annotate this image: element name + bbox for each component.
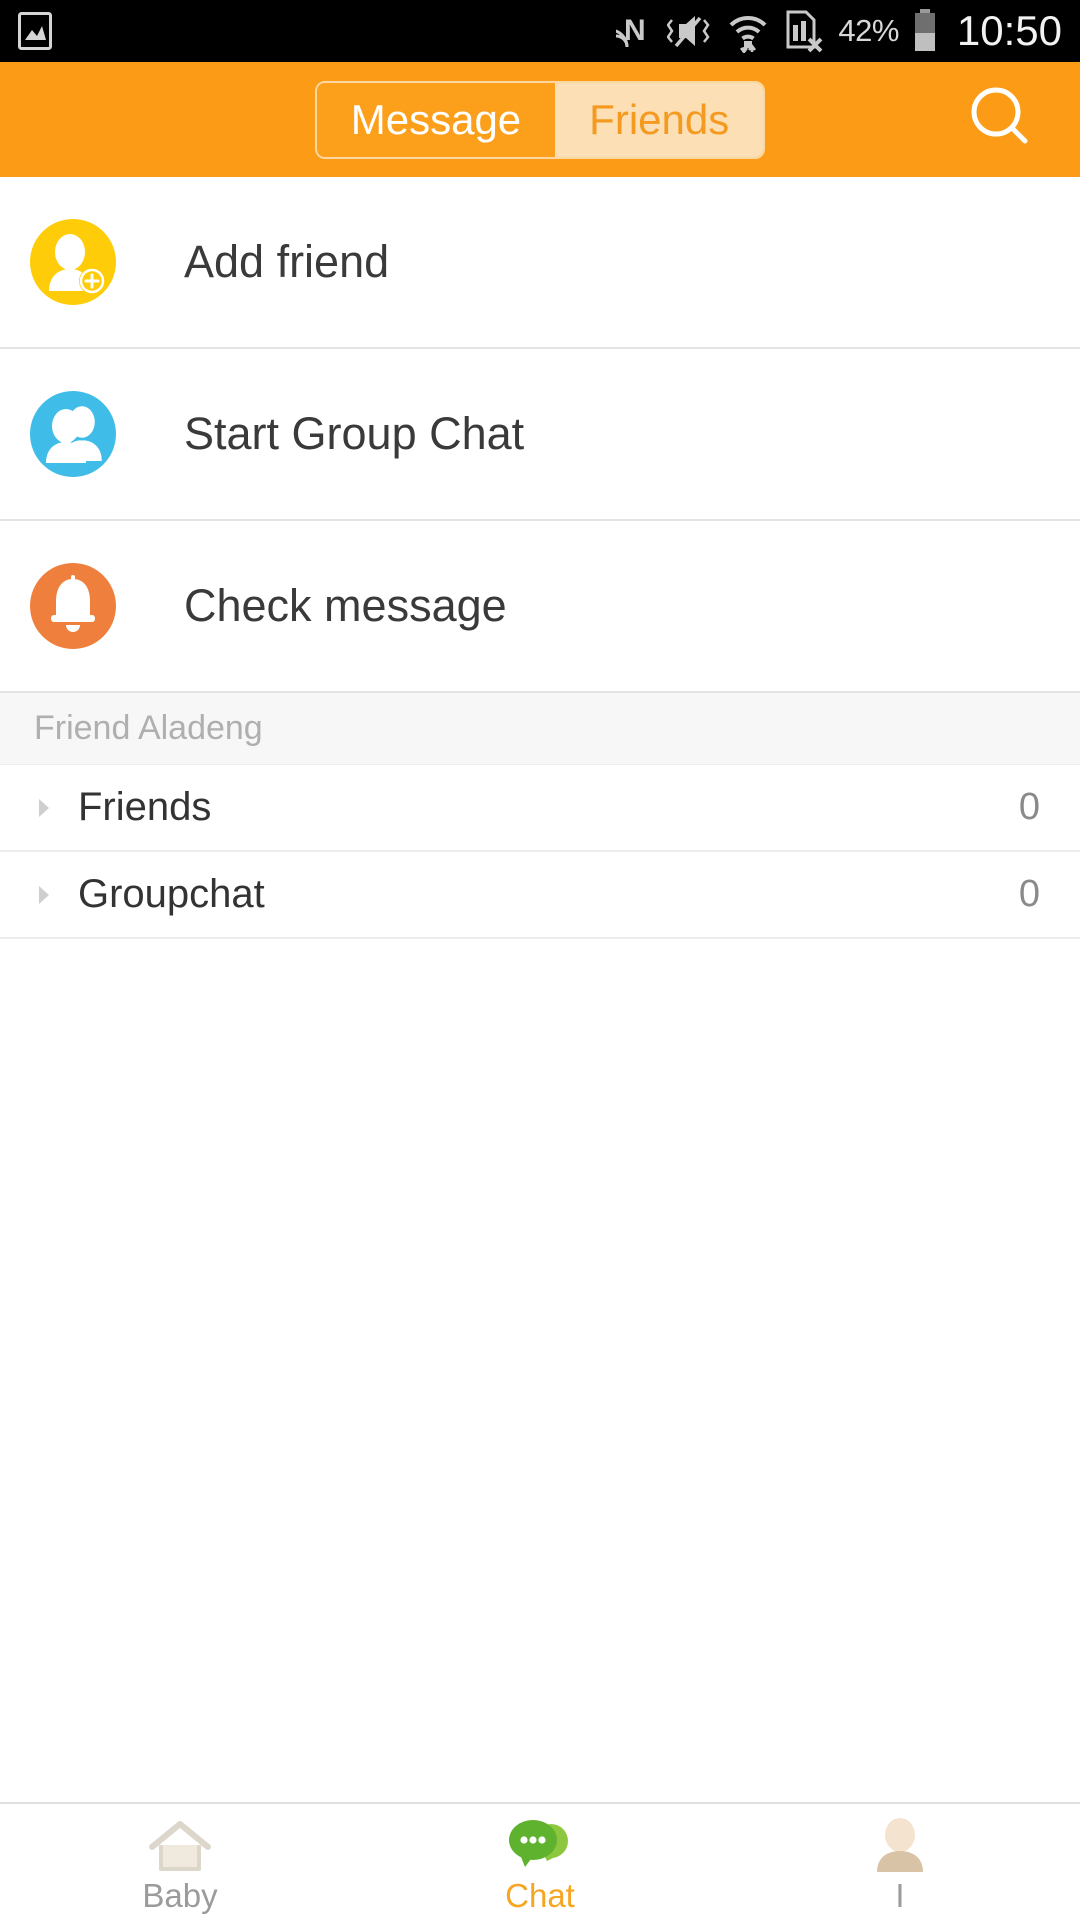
nav-label-chat: Chat [505, 1876, 575, 1914]
tab-friends[interactable]: Friends [555, 82, 764, 157]
group-count-groupchat: 0 [1018, 873, 1040, 915]
status-bar: N 42% 10:50 [0, 0, 1080, 62]
app-header: Message Friends [0, 62, 1080, 177]
battery-icon [912, 9, 938, 53]
section-header-label: Friend Aladeng [34, 709, 263, 747]
tab-friends-label: Friends [589, 95, 730, 143]
group-chat-icon [30, 391, 116, 477]
caret-right-icon [30, 795, 60, 821]
action-row-add-friend[interactable]: Add friend [0, 177, 1080, 349]
tab-message[interactable]: Message [316, 82, 556, 157]
tab-message-label: Message [350, 95, 522, 143]
action-label-add-friend: Add friend [184, 236, 390, 287]
nav-label-baby: Baby [142, 1876, 218, 1914]
app-screen: N 42% 10:50 Message Friends Add friend S… [0, 0, 1080, 1920]
battery-percent-label: 42% [838, 13, 899, 48]
mute-vibrate-icon [667, 10, 713, 52]
group-row-groupchat[interactable]: Groupchat 0 [0, 852, 1080, 939]
empty-list-area [0, 939, 1080, 1802]
profile-icon [869, 1813, 931, 1875]
group-label-groupchat: Groupchat [78, 872, 265, 916]
add-friend-icon [30, 219, 116, 305]
section-header-friend-aladeng: Friend Aladeng [0, 693, 1080, 765]
image-gallery-icon [18, 12, 52, 50]
chat-bubble-icon [503, 1813, 577, 1875]
bottom-navigation: Baby Chat I [0, 1802, 1080, 1920]
action-label-start-group-chat: Start Group Chat [184, 408, 525, 459]
bell-icon [30, 563, 116, 649]
wifi-transfer-icon [726, 9, 770, 53]
action-row-check-message[interactable]: Check message [0, 521, 1080, 693]
group-row-friends[interactable]: Friends 0 [0, 765, 1080, 852]
action-row-start-group-chat[interactable]: Start Group Chat [0, 349, 1080, 521]
tab-switcher: Message Friends [314, 80, 766, 159]
nav-item-i[interactable]: I [720, 1804, 1080, 1920]
main-content: Add friend Start Group Chat Check messag… [0, 177, 1080, 1802]
caret-right-icon [30, 882, 60, 908]
action-label-check-message: Check message [184, 580, 507, 631]
group-label-friends: Friends [78, 785, 212, 829]
nav-item-chat[interactable]: Chat [360, 1804, 720, 1920]
search-button[interactable] [964, 84, 1036, 156]
status-bar-right: N 42% 10:50 [616, 7, 1062, 55]
nfc-icon: N [616, 10, 654, 52]
search-icon [965, 82, 1035, 157]
nav-item-baby[interactable]: Baby [0, 1804, 360, 1920]
home-icon [144, 1813, 216, 1875]
nav-label-i: I [895, 1876, 905, 1914]
group-count-friends: 0 [1018, 786, 1040, 828]
status-bar-left [18, 12, 52, 50]
status-bar-clock: 10:50 [956, 7, 1062, 54]
sim-card-error-icon [783, 9, 825, 53]
